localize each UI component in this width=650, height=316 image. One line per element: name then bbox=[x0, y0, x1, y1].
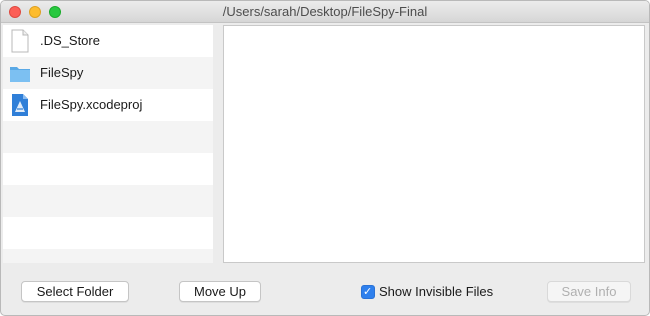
title-bar[interactable]: /Users/sarah/Desktop/FileSpy-Final bbox=[1, 1, 649, 23]
xcode-project-icon bbox=[9, 93, 31, 117]
show-invisible-files-checkbox[interactable]: ✓ Show Invisible Files bbox=[361, 283, 493, 300]
window-title: /Users/sarah/Desktop/FileSpy-Final bbox=[222, 4, 428, 19]
empty-row bbox=[3, 185, 213, 217]
folder-icon bbox=[9, 61, 31, 85]
empty-row bbox=[3, 121, 213, 153]
checkmark-icon: ✓ bbox=[363, 284, 373, 298]
app-window: /Users/sarah/Desktop/FileSpy-Final .DS_S… bbox=[0, 0, 650, 316]
empty-row bbox=[3, 153, 213, 185]
empty-row bbox=[3, 249, 213, 263]
file-name: FileSpy.xcodeproj bbox=[40, 97, 143, 112]
file-name: FileSpy bbox=[40, 65, 84, 80]
move-up-button[interactable]: Move Up bbox=[179, 281, 261, 302]
file-name: .DS_Store bbox=[40, 33, 100, 48]
empty-row bbox=[3, 217, 213, 249]
file-row[interactable]: FileSpy bbox=[3, 57, 213, 89]
select-folder-button[interactable]: Select Folder bbox=[21, 281, 129, 302]
document-icon bbox=[9, 29, 31, 53]
file-list[interactable]: .DS_Store FileSpy FileSpy.xcodeproj bbox=[3, 25, 213, 263]
file-row[interactable]: .DS_Store bbox=[3, 25, 213, 57]
save-info-button[interactable]: Save Info bbox=[547, 281, 631, 302]
file-row[interactable]: FileSpy.xcodeproj bbox=[3, 89, 213, 121]
checkbox-label: Show Invisible Files bbox=[379, 284, 494, 299]
file-info-text-view[interactable] bbox=[223, 25, 645, 263]
checkbox-checked[interactable]: ✓ bbox=[361, 284, 375, 299]
